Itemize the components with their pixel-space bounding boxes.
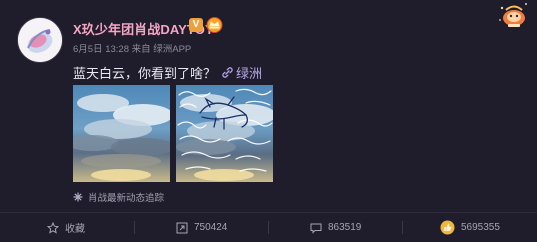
link-icon xyxy=(222,67,233,78)
favorite-button[interactable]: 收藏 xyxy=(47,213,85,242)
action-separator xyxy=(134,221,135,234)
action-bar: 收藏 750424 863519 5695355 xyxy=(0,213,537,242)
repost-button[interactable]: 750424 xyxy=(176,213,227,242)
verified-icon: V xyxy=(189,18,203,32)
repost-count: 750424 xyxy=(194,222,228,233)
sky-drawing-photo xyxy=(176,85,273,182)
avatar[interactable] xyxy=(17,17,63,63)
post-image-2[interactable] xyxy=(176,85,273,182)
oasis-link[interactable]: 绿洲 xyxy=(222,63,262,82)
action-separator xyxy=(268,221,269,234)
comment-count: 863519 xyxy=(328,222,362,233)
comment-icon xyxy=(310,223,322,234)
favorite-label: 收藏 xyxy=(65,224,85,235)
post-image-1[interactable] xyxy=(73,85,170,182)
avatar-image xyxy=(18,18,62,62)
sky-photo xyxy=(73,85,170,182)
post-meta: 6月5日 13:28 来自 绿洲APP xyxy=(73,44,192,55)
oasis-link-label: 绿洲 xyxy=(236,66,263,81)
decoration-sticker-icon xyxy=(499,3,527,27)
like-count: 5695355 xyxy=(461,222,500,233)
crown-badge-icon[interactable] xyxy=(206,16,223,33)
sparkle-icon xyxy=(73,192,83,202)
post-text: 蓝天白云，你看到了啥？ xyxy=(73,66,217,81)
repost-icon xyxy=(176,222,188,233)
like-button[interactable]: 5695355 xyxy=(440,213,500,242)
topic-tag[interactable]: 肖战最新动态追踪 xyxy=(73,190,164,204)
comment-button[interactable]: 863519 xyxy=(310,213,361,242)
favorite-icon xyxy=(47,221,59,234)
action-separator xyxy=(402,221,403,234)
topic-tag-label: 肖战最新动态追踪 xyxy=(88,193,165,204)
like-icon xyxy=(440,220,455,235)
